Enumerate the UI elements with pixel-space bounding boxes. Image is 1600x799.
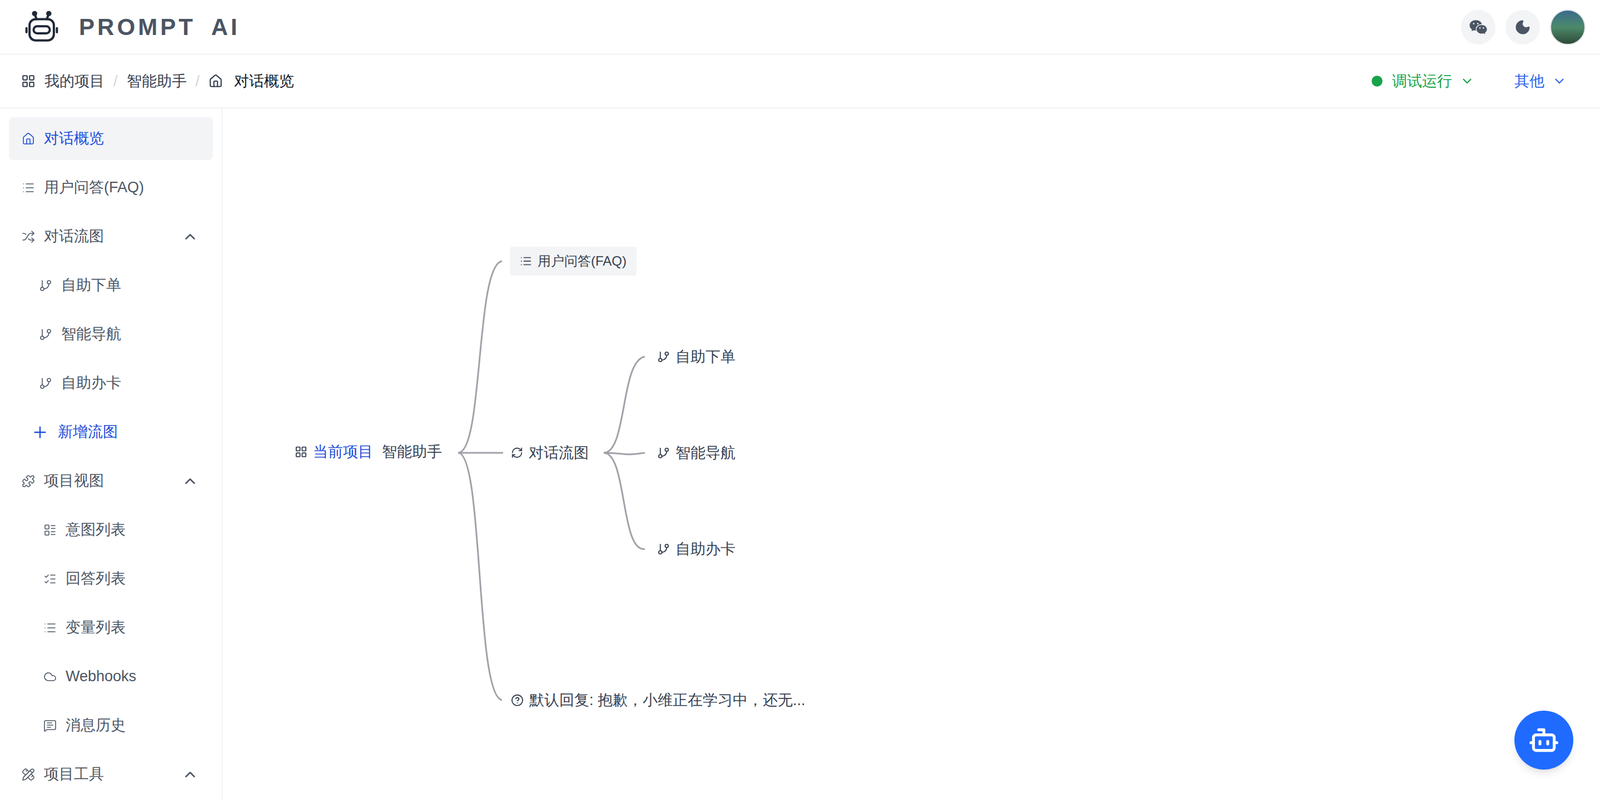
sidebar: 对话概览用户问答(FAQ) 对话流图自助下单智能导航自助办卡新增流图项目视图意图列… <box>0 108 223 799</box>
sidebar-icon <box>43 621 57 635</box>
breadcrumb-separator: / <box>113 70 118 93</box>
sidebar-group[interactable]: 对话流图 <box>8 215 213 258</box>
brand[interactable]: PROMPT AI <box>24 9 241 45</box>
action-button[interactable]: 调试运行 <box>1369 70 1475 93</box>
branch-icon <box>657 446 670 460</box>
sidebar-item[interactable]: 自助下单 <box>8 264 213 307</box>
breadcrumb-bar: 我的项目 / 智能助手 / 对话概览 调试运行 其他 <box>0 54 1600 109</box>
sidebar-group[interactable]: 项目工具 <box>8 753 213 797</box>
sidebar-icon <box>21 132 36 146</box>
actions: 调试运行 其他 <box>1369 70 1567 93</box>
wechat-button[interactable] <box>1461 10 1496 45</box>
flow-node[interactable]: 智能导航 <box>657 441 736 465</box>
grid-icon <box>21 73 36 89</box>
flow-group-node[interactable]: 对话流图 <box>510 441 589 465</box>
avatar[interactable] <box>1549 9 1586 46</box>
sidebar-icon <box>38 279 53 293</box>
list-icon <box>519 255 533 268</box>
breadcrumb-item: 对话概览 <box>234 70 295 93</box>
sidebar-icon <box>31 423 49 442</box>
chevron-up-icon <box>181 228 199 246</box>
robot-logo-icon <box>24 10 59 45</box>
help-icon <box>510 694 524 708</box>
breadcrumb: 我的项目 / 智能助手 / 对话概览 <box>21 70 295 93</box>
sidebar-icon <box>43 719 57 733</box>
chevron-down-icon <box>1459 73 1475 89</box>
sidebar-icon <box>43 523 57 538</box>
root-node[interactable]: 当前项目智能助手 <box>294 440 442 464</box>
flow-node[interactable]: 自助下单 <box>657 345 736 369</box>
body: 对话概览用户问答(FAQ)对话流图自助下单智能导航自助办卡新增流图项目视图意图列… <box>0 108 1600 799</box>
sidebar-item[interactable]: 消息历史 <box>8 704 213 748</box>
sidebar-item[interactable]: 用户问答(FAQ) <box>8 166 213 210</box>
brand-title: PROMPT AI <box>78 9 241 45</box>
sidebar-item[interactable]: 智能导航 <box>8 312 213 356</box>
breadcrumb-item[interactable]: 智能助手 <box>126 70 187 93</box>
chevron-up-icon <box>181 766 199 784</box>
sidebar-item[interactable]: 回答列表 <box>8 557 213 601</box>
breadcrumb-item[interactable]: 我的项目 <box>44 70 105 93</box>
mind-map: 当前项目智能助手 用户问答(FAQ) 对话流图 自助下单智能导航自助办卡默认回复: 抱… <box>222 108 1600 799</box>
bot-icon <box>1528 724 1560 757</box>
sidebar-icon <box>43 670 57 684</box>
flow-node[interactable]: 自助办卡 <box>657 538 736 561</box>
add-flow-button[interactable]: 新增流图 <box>8 410 213 454</box>
sidebar-icon <box>21 474 36 489</box>
fallback-node[interactable]: 默认回复: 抱歉，小维正在学习中，还无... <box>510 689 806 713</box>
assistant-button[interactable] <box>1514 711 1574 770</box>
sidebar-group[interactable]: 项目视图 <box>8 459 213 503</box>
breadcrumb-separator: / <box>195 70 201 93</box>
chevron-up-icon <box>181 473 199 490</box>
grid-icon <box>294 445 308 459</box>
sidebar-icon <box>21 230 36 244</box>
sidebar-item[interactable]: 变量列表 <box>8 606 213 650</box>
wechat-icon <box>1468 17 1488 37</box>
branch-icon <box>657 350 670 364</box>
sidebar-icon <box>21 181 36 195</box>
cycle-icon <box>510 446 524 460</box>
home-icon <box>208 73 223 89</box>
faq-node[interactable]: 用户问答(FAQ) <box>509 246 637 276</box>
sidebar-item[interactable]: 意图列表 <box>8 508 213 552</box>
chevron-down-icon <box>1552 73 1567 89</box>
top-bar: PROMPT AI <box>0 0 1600 55</box>
moon-icon <box>1514 18 1532 36</box>
action-button[interactable]: 其他 <box>1514 70 1567 93</box>
sidebar-icon <box>38 328 53 342</box>
sidebar-item[interactable]: Webhooks <box>8 655 213 699</box>
app: PROMPT AI我的项目/智能助手/对话概览调试运行其他对话概览用户问答(FA… <box>0 0 1600 799</box>
connector-lines <box>222 108 1001 776</box>
sidebar-icon <box>21 768 36 782</box>
branch-icon <box>657 543 670 556</box>
sidebar-icon <box>38 376 53 391</box>
header-tools <box>1461 9 1586 46</box>
sidebar-item[interactable]: 对话概览 <box>8 117 213 161</box>
sidebar-icon <box>43 572 57 586</box>
theme-button[interactable] <box>1505 10 1540 45</box>
sidebar-item[interactable]: 自助办卡 <box>8 361 213 405</box>
play-icon <box>1369 73 1385 89</box>
